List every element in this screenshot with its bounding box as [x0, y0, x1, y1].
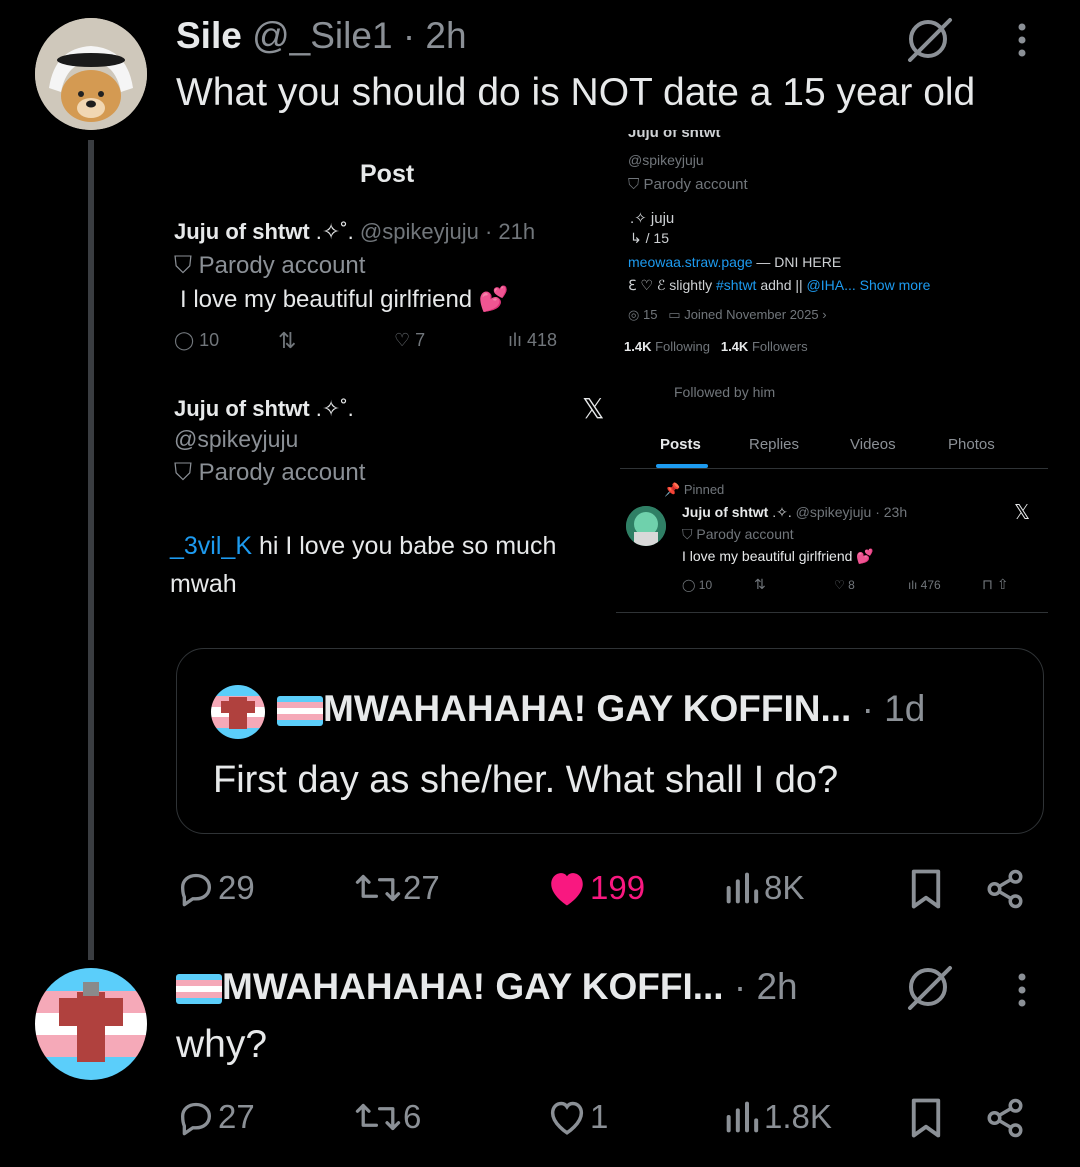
tab-divider — [620, 468, 1048, 469]
parody-badge-icon: ⛉ — [682, 526, 693, 542]
tweet-header: Sile @_Sile1 · 2h — [176, 15, 467, 56]
tab-posts: Posts — [660, 436, 701, 453]
post1-actions: ◯ 10 — [174, 330, 220, 350]
post1-author: Juju of shtwt .✧˚. @spikeyjuju · 21h — [174, 219, 536, 244]
repost-icon: ⇅ — [278, 328, 297, 353]
handle[interactable]: @_Sile1 — [252, 15, 392, 56]
reply-icon — [181, 873, 211, 907]
repost-icon — [355, 1103, 401, 1131]
reply-icon: ◯ — [174, 330, 195, 350]
profile-name-cut: Juju of shtwt — [628, 130, 721, 141]
trans-flag-icon — [176, 974, 222, 1005]
show-more-link: Show more — [859, 277, 931, 293]
dog-avatar-icon — [35, 18, 147, 130]
tweet-text: What you should do is NOT date a 15 year… — [176, 71, 976, 114]
repost-button[interactable]: 27 — [355, 868, 440, 908]
hearts-icon: 💕 — [478, 286, 509, 313]
reply-icon — [181, 1102, 211, 1136]
quote-timestamp: 1d — [884, 688, 926, 729]
views-icon — [726, 872, 759, 904]
post2-text-line2: mwah — [170, 570, 237, 598]
views-icon: ılı — [508, 330, 523, 350]
pinned-badge: ⛉ Parody account — [682, 526, 794, 542]
views-icon — [726, 1101, 759, 1133]
bio-line2: ↳ / 15 — [630, 230, 669, 246]
parody-badge-icon: ⛉ — [174, 252, 192, 279]
post2-text: _3vil_K hi I love you babe so much — [170, 532, 557, 560]
attached-screenshot-image[interactable]: Post Juju of shtwt .✧˚. @spikeyjuju · 21… — [160, 130, 1065, 620]
grok-icon[interactable] — [906, 16, 954, 67]
reply-button[interactable]: 29 — [176, 868, 255, 908]
tab-videos: Videos — [850, 436, 896, 453]
share-button[interactable] — [984, 1097, 1026, 1144]
tweet-text: why? — [176, 1023, 268, 1066]
share-button[interactable] — [984, 868, 1026, 915]
parody-badge-icon: ⛉ — [174, 459, 192, 486]
display-name[interactable]: MWAHAHAHA! GAY KOFFI... — [222, 966, 724, 1007]
repost-button[interactable]: 6 — [355, 1097, 421, 1137]
views-button[interactable]: 1.8K — [722, 1097, 832, 1137]
follow-counts: 1.4K Following 1.4K Followers — [624, 339, 808, 354]
quote-display-name: MWAHAHAHA! GAY KOFFIN... — [323, 688, 852, 729]
sparkle-icon: .✧˚. — [315, 219, 354, 244]
bookmark-button[interactable] — [908, 1097, 944, 1144]
like-icon: ♡ — [394, 330, 411, 350]
bookmark-button[interactable] — [908, 868, 944, 915]
tab-replies: Replies — [749, 436, 800, 453]
repost-icon — [355, 874, 401, 902]
profile-badge: ⛉ Parody account — [628, 176, 748, 193]
post2-badge: ⛉ Parody account — [174, 459, 366, 486]
profile-link: meowaa.straw.page — [628, 254, 753, 270]
avatar[interactable] — [35, 968, 147, 1080]
followed-by: Followed by him — [674, 384, 776, 400]
post-header-title: Post — [360, 160, 415, 188]
divider — [616, 612, 1048, 613]
timestamp[interactable]: 2h — [756, 966, 797, 1007]
tab-photos: Photos — [948, 436, 995, 453]
pinned-label: 📌 Pinned — [664, 482, 725, 497]
profile-meta: ◎ 15 ▭ Joined November 2025 › — [628, 307, 827, 322]
share-icon — [987, 1098, 1023, 1138]
quoted-tweet-card[interactable]: MWAHAHAHA! GAY KOFFIN... · 1d First day … — [176, 648, 1044, 834]
quote-header: MWAHAHAHA! GAY KOFFIN... · 1d — [277, 687, 925, 731]
pinned-avatar — [626, 506, 666, 546]
share-icon — [987, 869, 1023, 909]
bookmark-icon — [911, 1098, 941, 1138]
trans-flag-avatar-icon — [35, 968, 147, 1080]
parody-badge-icon: ⛉ — [628, 176, 640, 193]
trans-flag-icon — [277, 696, 323, 727]
tweet-header: MWAHAHAHA! GAY KOFFI... · 2h — [176, 964, 798, 1010]
bookmark-icon — [911, 869, 941, 909]
post2-handle: @spikeyjuju — [174, 426, 299, 452]
bio-line1: .✧ juju — [630, 210, 675, 227]
like-button[interactable]: 199 — [546, 868, 645, 908]
like-button[interactable]: 1 — [546, 1097, 608, 1137]
x-logo-icon: 𝕏 — [1014, 502, 1031, 524]
bio-link-line: meowaa.straw.page — DNI HERE — [628, 254, 842, 270]
more-options-icon[interactable] — [1016, 972, 1028, 1013]
more-options-icon[interactable] — [1016, 22, 1028, 63]
thread-connector-line — [88, 140, 94, 960]
pinned-text: I love my beautiful girlfriend 💕 — [682, 548, 874, 564]
post2-name: Juju of shtwt .✧˚. — [174, 396, 354, 421]
avatar[interactable] — [35, 18, 147, 130]
location-icon: ◎ — [628, 307, 640, 322]
grok-icon[interactable] — [906, 964, 954, 1015]
calendar-icon: ▭ — [668, 307, 681, 322]
reply-button[interactable]: 27 — [176, 1097, 255, 1137]
profile-handle: @spikeyjuju — [628, 152, 704, 168]
views-button[interactable]: 8K — [722, 868, 804, 908]
pin-icon: 📌 — [664, 482, 681, 497]
bio-line3: ℇ ♡ ℰ slightly #shtwt adhd || @IHA... Sh… — [628, 277, 931, 293]
post1-text: I love my beautiful girlfriend 💕 — [180, 286, 509, 313]
heart-outline-icon — [550, 1101, 584, 1135]
post1-badge: ⛉ Parody account — [174, 252, 366, 279]
x-logo-icon: 𝕏 — [582, 393, 605, 424]
pinned-author: Juju of shtwt .✧. @spikeyjuju · 23h — [682, 504, 908, 520]
display-name[interactable]: Sile — [176, 15, 242, 56]
quote-text: First day as she/her. What shall I do? — [213, 759, 839, 801]
quote-avatar — [211, 685, 265, 739]
timestamp[interactable]: 2h — [425, 15, 466, 56]
heart-filled-icon — [551, 873, 583, 906]
